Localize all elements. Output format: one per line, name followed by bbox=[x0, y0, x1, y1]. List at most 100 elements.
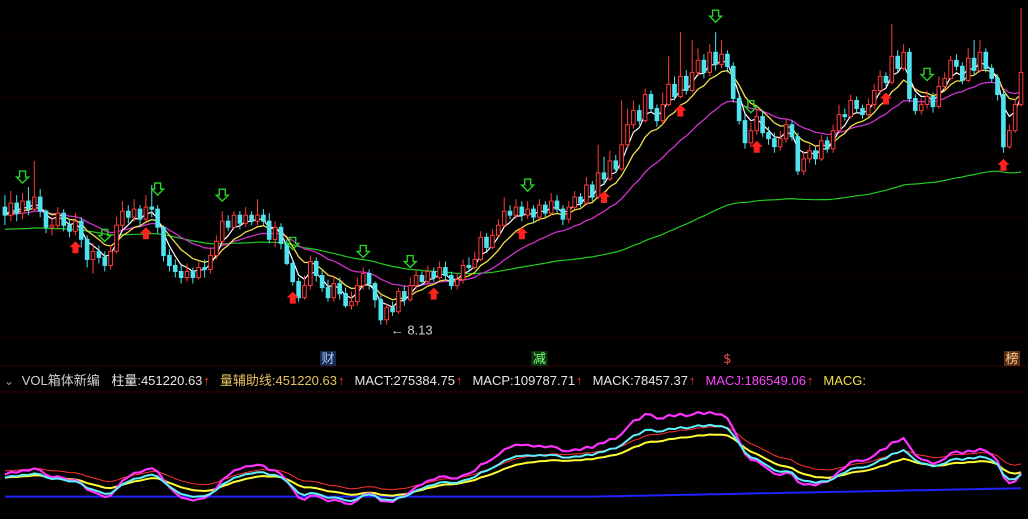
candle[interactable] bbox=[32, 160, 37, 212]
candle[interactable] bbox=[243, 207, 248, 228]
candle[interactable] bbox=[355, 277, 360, 306]
candle[interactable] bbox=[895, 50, 901, 73]
event-tag[interactable]: 财 bbox=[319, 351, 336, 367]
candle[interactable] bbox=[214, 235, 219, 260]
event-tag[interactable]: 榜 bbox=[1004, 351, 1020, 367]
candle[interactable] bbox=[255, 199, 260, 226]
candle[interactable] bbox=[736, 94, 742, 125]
event-tag[interactable]: 减 bbox=[531, 351, 548, 367]
candle[interactable] bbox=[607, 150, 613, 181]
candle[interactable] bbox=[325, 279, 331, 302]
candle[interactable] bbox=[742, 114, 748, 149]
candle[interactable] bbox=[454, 273, 460, 290]
candle[interactable] bbox=[266, 213, 272, 244]
candle[interactable] bbox=[349, 291, 354, 310]
candle[interactable] bbox=[302, 275, 307, 300]
candle[interactable] bbox=[90, 243, 96, 274]
candle[interactable] bbox=[425, 265, 431, 284]
candle[interactable] bbox=[14, 195, 19, 222]
candle[interactable] bbox=[625, 108, 630, 149]
event-tag[interactable]: $ bbox=[719, 351, 736, 367]
candle[interactable] bbox=[601, 156, 607, 186]
candle[interactable] bbox=[907, 48, 912, 103]
candle[interactable] bbox=[501, 197, 507, 228]
candle[interactable] bbox=[407, 277, 413, 302]
candle[interactable] bbox=[889, 24, 895, 85]
candle[interactable] bbox=[678, 32, 683, 99]
candle[interactable] bbox=[754, 108, 760, 135]
candle[interactable] bbox=[760, 110, 765, 137]
candle[interactable] bbox=[331, 275, 337, 302]
candle[interactable] bbox=[108, 245, 113, 270]
candle[interactable] bbox=[730, 62, 736, 103]
candle[interactable] bbox=[807, 144, 812, 163]
candle[interactable] bbox=[936, 76, 942, 109]
candle[interactable] bbox=[37, 189, 43, 218]
candle[interactable] bbox=[478, 231, 483, 262]
chevron-down-icon[interactable]: ⌄ bbox=[4, 370, 14, 392]
candle[interactable] bbox=[172, 259, 178, 278]
candle[interactable] bbox=[319, 269, 325, 292]
candle[interactable] bbox=[167, 249, 172, 272]
candle[interactable] bbox=[854, 96, 859, 113]
candle[interactable] bbox=[901, 44, 906, 71]
candle[interactable] bbox=[719, 40, 724, 69]
candle[interactable] bbox=[96, 245, 102, 264]
candle[interactable] bbox=[842, 108, 848, 121]
candle[interactable] bbox=[466, 257, 472, 272]
candle[interactable] bbox=[20, 193, 25, 220]
candle[interactable] bbox=[801, 150, 807, 175]
candle[interactable] bbox=[161, 225, 166, 262]
candle[interactable] bbox=[155, 205, 160, 234]
candle[interactable] bbox=[143, 195, 149, 222]
indicator-name[interactable]: VOL箱体新编 bbox=[22, 370, 100, 392]
candle[interactable] bbox=[871, 84, 877, 109]
candle[interactable] bbox=[918, 98, 924, 115]
candle[interactable] bbox=[560, 205, 566, 226]
candle[interactable] bbox=[748, 122, 754, 147]
candle[interactable] bbox=[313, 257, 319, 282]
candle[interactable] bbox=[590, 180, 595, 202]
candle[interactable] bbox=[184, 263, 190, 282]
candle[interactable] bbox=[449, 271, 454, 290]
candle[interactable] bbox=[261, 209, 266, 226]
candlestick-chart[interactable]: ← 8.13 财 减 $ 榜 bbox=[0, 0, 1028, 519]
candle[interactable] bbox=[566, 201, 572, 224]
candle[interactable] bbox=[860, 104, 865, 119]
candle[interactable] bbox=[26, 187, 31, 216]
candle[interactable] bbox=[390, 301, 395, 316]
candle[interactable] bbox=[965, 48, 971, 83]
candle[interactable] bbox=[654, 104, 660, 127]
candle[interactable] bbox=[490, 229, 495, 250]
candle[interactable] bbox=[196, 261, 201, 280]
candle[interactable] bbox=[948, 56, 953, 81]
candle[interactable] bbox=[278, 223, 284, 250]
candle[interactable] bbox=[484, 233, 489, 252]
candle[interactable] bbox=[525, 201, 531, 220]
candle[interactable] bbox=[983, 48, 989, 73]
candle[interactable] bbox=[296, 277, 301, 302]
candle[interactable] bbox=[836, 104, 842, 133]
candle[interactable] bbox=[1001, 90, 1006, 153]
candle[interactable] bbox=[120, 201, 125, 230]
candle[interactable] bbox=[877, 70, 883, 95]
candle[interactable] bbox=[543, 201, 548, 218]
candle[interactable] bbox=[43, 209, 49, 234]
candle[interactable] bbox=[1012, 98, 1018, 133]
candle[interactable] bbox=[1018, 8, 1024, 107]
candle[interactable] bbox=[795, 132, 801, 175]
candle[interactable] bbox=[637, 104, 642, 125]
candle[interactable] bbox=[701, 54, 707, 79]
candle[interactable] bbox=[114, 217, 119, 254]
candle[interactable] bbox=[777, 130, 783, 151]
candle[interactable] bbox=[954, 54, 959, 71]
candle[interactable] bbox=[61, 209, 67, 232]
candle[interactable] bbox=[595, 144, 601, 200]
candle[interactable] bbox=[79, 217, 84, 248]
candle[interactable] bbox=[548, 193, 554, 216]
candle[interactable] bbox=[642, 88, 648, 123]
candle[interactable] bbox=[977, 40, 983, 73]
candle[interactable] bbox=[343, 287, 348, 308]
candle[interactable] bbox=[437, 261, 442, 280]
candle[interactable] bbox=[971, 40, 977, 75]
